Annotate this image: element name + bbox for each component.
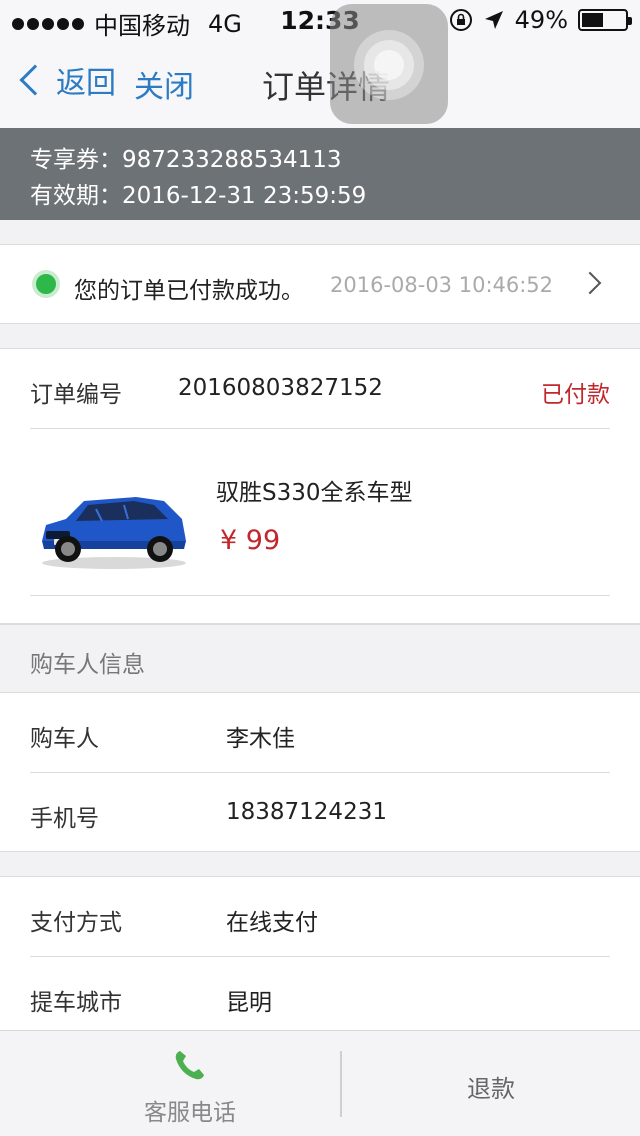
coupon-code-value: 987233288534113 (122, 147, 342, 173)
coupon-expiry-value: 2016-12-31 23:59:59 (122, 183, 367, 209)
refund-button[interactable]: 退款 (342, 1069, 640, 1104)
bottom-action-bar: 客服电话 退款 (0, 1030, 640, 1136)
payment-status-badge: 已付款 (541, 382, 610, 408)
pickup-city-value: 昆明 (226, 990, 272, 1016)
divider (30, 595, 610, 596)
coupon-expiry-label: 有效期： (30, 183, 122, 209)
chevron-left-icon (19, 64, 51, 96)
buyer-info: 购车人 李木佳 手机号 18387124231 (0, 692, 640, 852)
assistive-touch-button[interactable] (330, 4, 448, 124)
status-bar-right: 49% (449, 6, 632, 34)
status-message: 您的订单已付款成功。 (74, 278, 304, 304)
status-timestamp: 2016-08-03 10:46:52 (330, 273, 554, 297)
buyer-section-title: 购车人信息 (30, 652, 145, 678)
coupon-code-label: 专享券： (30, 147, 122, 173)
coupon-expiry-row: 有效期：2016-12-31 23:59:59 (30, 178, 640, 214)
order-number-value: 20160803827152 (178, 375, 383, 401)
chevron-right-icon (578, 271, 602, 295)
divider (30, 956, 610, 957)
divider (30, 772, 610, 773)
battery-percent: 49% (514, 6, 568, 34)
phone-label: 手机号 (30, 806, 99, 832)
battery-level (582, 13, 603, 27)
product-name: 驭胜S330全系车型 (216, 480, 413, 506)
location-arrow-icon (484, 11, 503, 29)
order-status-row[interactable]: 您的订单已付款成功。 2016-08-03 10:46:52 (0, 244, 640, 324)
payment-method-value: 在线支付 (226, 910, 318, 936)
coupon-code-row: 专享券：987233288534113 (30, 142, 640, 178)
phone-icon (175, 1051, 204, 1080)
close-button[interactable]: 关闭 (134, 62, 194, 106)
buyer-name-value: 李木佳 (226, 726, 295, 752)
battery-icon (578, 9, 632, 31)
car-image (42, 497, 186, 569)
buyer-section-header: 购车人信息 (0, 624, 640, 692)
status-success-icon (32, 270, 60, 298)
payment-method-label: 支付方式 (30, 910, 122, 936)
product-price: ¥ 99 (220, 525, 281, 556)
order-number-label: 订单编号 (30, 382, 122, 408)
divider (30, 428, 610, 429)
phone-value: 18387124231 (226, 799, 387, 825)
customer-service-label: 客服电话 (144, 1100, 236, 1126)
customer-service-button[interactable]: 客服电话 (0, 1031, 340, 1136)
rotation-lock-icon (449, 9, 472, 31)
back-label: 返回 (56, 66, 116, 101)
payment-info: 支付方式 在线支付 提车城市 昆明 (0, 876, 640, 1036)
order-details: 订单编号 20160803827152 已付款 驭胜S330全系车型 ¥ 99 (0, 348, 640, 624)
buyer-name-label: 购车人 (30, 726, 99, 752)
pickup-city-label: 提车城市 (30, 990, 122, 1016)
status-bar: 中国移动 4G 12:33 49% (0, 0, 640, 40)
coupon-banner: 专享券：987233288534113 有效期：2016-12-31 23:59… (0, 128, 640, 220)
back-button[interactable]: 返回 (16, 58, 116, 102)
navigation-bar: 返回 关闭 订单详情 (0, 40, 640, 128)
